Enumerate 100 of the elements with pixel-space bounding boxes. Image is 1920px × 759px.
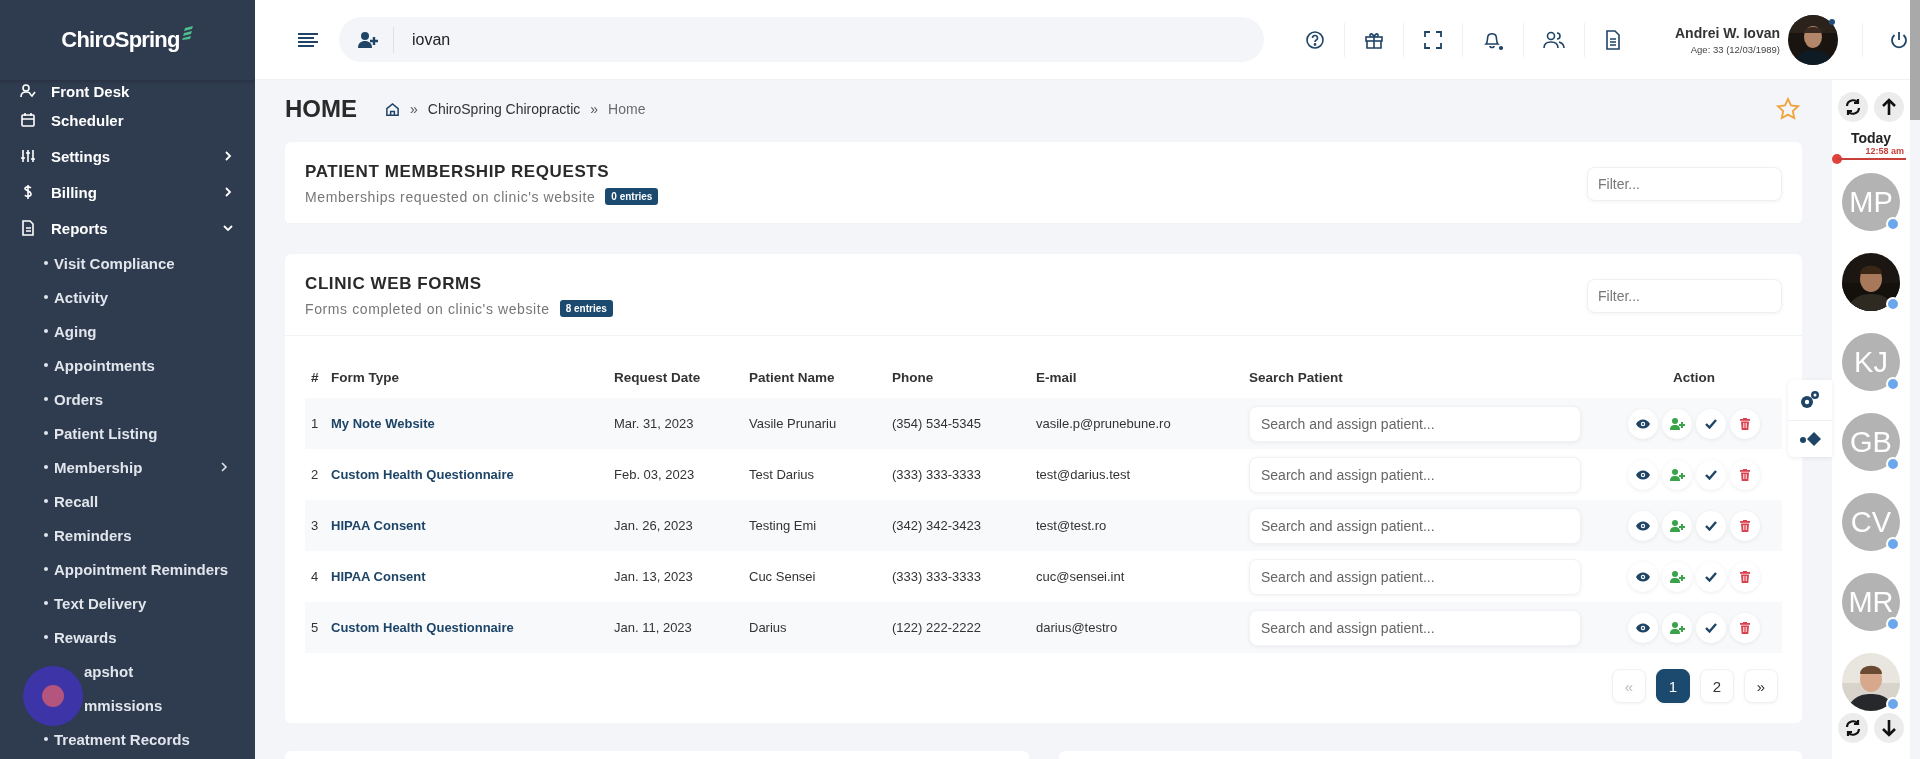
scroll-down-button[interactable]: [1874, 713, 1904, 743]
nav-subitem[interactable]: Rewards: [0, 620, 255, 654]
column-header: Form Type: [331, 369, 400, 385]
add-user-icon: [357, 30, 379, 49]
chevron-icon: [223, 223, 233, 233]
breadcrumb-link[interactable]: ChiroSpring Chiropractic: [427, 101, 581, 117]
add-user-icon: [1669, 417, 1685, 430]
view-button[interactable]: [1628, 561, 1658, 592]
nav-subitem[interactable]: Visit Compliance: [0, 246, 255, 280]
page-button[interactable]: »: [1744, 669, 1778, 703]
status-dot: [1886, 537, 1900, 551]
scroll-up-button[interactable]: [1874, 92, 1904, 122]
nav-subitem[interactable]: Appointments: [0, 348, 255, 382]
delete-button[interactable]: [1730, 408, 1760, 439]
delete-button[interactable]: [1730, 612, 1760, 643]
add-user-icon: [1669, 519, 1685, 532]
nav-subitem[interactable]: Aging: [0, 314, 255, 348]
table-cell-text: Test Darius: [749, 467, 816, 482]
status-dot: [1886, 457, 1900, 471]
nav-item[interactable]: Front Desk: [0, 80, 255, 102]
table-cell-text: (122) 222-2222: [892, 620, 982, 635]
nav-item[interactable]: Reports: [0, 210, 255, 246]
user-age: Age: 33 (12/03/1989): [1690, 43, 1780, 55]
column-header: Patient Name: [749, 369, 836, 385]
view-button[interactable]: [1628, 408, 1658, 439]
document-icon[interactable]: [1604, 29, 1622, 50]
status-dot: [1886, 617, 1900, 631]
table-cell-text: (354) 534-5345: [892, 416, 982, 431]
nav-subitem[interactable]: Recall: [0, 484, 255, 518]
fullscreen-icon[interactable]: [1423, 29, 1443, 50]
view-button[interactable]: [1628, 459, 1658, 490]
status-dot: [1886, 377, 1900, 391]
trash-icon: [1740, 570, 1750, 583]
table-cell-text: test@test.ro: [1036, 518, 1108, 533]
scrollbar[interactable]: [1910, 0, 1920, 120]
delete-button[interactable]: [1730, 459, 1760, 490]
users-icon[interactable]: [1543, 29, 1565, 50]
table-cell-text: darius@testro: [1036, 620, 1119, 635]
form-type-link[interactable]: Custom Health Questionnaire: [331, 620, 614, 635]
search-field[interactable]: iovan: [339, 17, 1264, 62]
delete-button[interactable]: [1730, 510, 1760, 541]
nav-subitem[interactable]: Appointment Reminders: [0, 552, 255, 586]
arrow-down-icon: [1881, 719, 1897, 737]
refresh-button[interactable]: [1838, 713, 1868, 743]
nav-item[interactable]: Billing: [0, 174, 255, 210]
table-cell-text: Cuc Sensei: [749, 569, 817, 584]
form-type-link[interactable]: My Note Website: [331, 416, 614, 431]
assign-patient-field[interactable]: Search and assign patient...: [1249, 507, 1581, 544]
delete-button[interactable]: [1730, 561, 1760, 592]
view-button[interactable]: [1628, 510, 1658, 541]
approve-button[interactable]: [1696, 510, 1726, 541]
table-cell-text: Jan. 26, 2023: [614, 518, 694, 533]
nav-subitem[interactable]: Orders: [0, 382, 255, 416]
nav-subitem[interactable]: apshot: [0, 654, 255, 688]
assign-patient-field[interactable]: Search and assign patient...: [1249, 609, 1581, 646]
card-title: PATIENT MEMBERSHIP REQUESTS: [305, 162, 611, 182]
nav-subitem[interactable]: mmissions: [0, 688, 255, 722]
checkmark-icon: [1705, 571, 1717, 582]
table-cell-text: cuc@sensei.int: [1036, 569, 1126, 584]
star-icon[interactable]: [1776, 97, 1800, 121]
nav-subitem[interactable]: Activity: [0, 280, 255, 314]
approve-button[interactable]: [1696, 612, 1726, 643]
nav-icon: [20, 112, 36, 128]
form-type-link[interactable]: HIPAA Consent: [331, 518, 614, 533]
approve-button[interactable]: [1696, 459, 1726, 490]
page-button[interactable]: 1: [1656, 669, 1690, 703]
assign-patient-field[interactable]: Search and assign patient...: [1249, 456, 1581, 493]
refresh-button[interactable]: [1838, 92, 1868, 122]
column-header: Action: [1672, 369, 1716, 385]
patient-search-field[interactable]: iovan: [410, 29, 1264, 50]
column-header: #: [310, 369, 320, 385]
page-button[interactable]: 2: [1700, 669, 1734, 703]
approve-button[interactable]: [1696, 408, 1726, 439]
nav-item[interactable]: Settings: [0, 138, 255, 174]
nav-subitem[interactable]: Text Delivery: [0, 586, 255, 620]
filter-field[interactable]: Filter...: [1587, 166, 1782, 201]
view-button[interactable]: [1628, 612, 1658, 643]
form-type-link[interactable]: HIPAA Consent: [331, 569, 614, 584]
nav-subitem[interactable]: Treatment Records: [0, 722, 255, 756]
chat-launcher-button[interactable]: [23, 666, 83, 726]
nav-icon: [20, 83, 36, 99]
approve-button[interactable]: [1696, 561, 1726, 592]
power-icon[interactable]: [1889, 29, 1909, 50]
entries-badge: 0 entries: [605, 188, 659, 205]
nav-subitem[interactable]: Reminders: [0, 518, 255, 552]
home-icon[interactable]: [385, 101, 400, 117]
row-number: 2: [310, 467, 320, 482]
filter-field[interactable]: Filter...: [1587, 278, 1782, 313]
nav-subitem[interactable]: Membership: [0, 450, 255, 484]
logo[interactable]: ChiroSpring: [61, 27, 180, 53]
form-type-link[interactable]: Custom Health Questionnaire: [331, 467, 614, 482]
nav-subitem[interactable]: Patient Listing: [0, 416, 255, 450]
add-user-icon: [1669, 621, 1685, 634]
assign-patient-field[interactable]: Search and assign patient...: [1249, 405, 1581, 442]
trash-icon: [1740, 519, 1750, 532]
nav-item[interactable]: Scheduler: [0, 102, 255, 138]
assign-patient-field[interactable]: Search and assign patient...: [1249, 558, 1581, 595]
status-dot: [1886, 697, 1900, 711]
help-icon[interactable]: [1305, 29, 1325, 50]
menu-icon[interactable]: [297, 31, 319, 48]
